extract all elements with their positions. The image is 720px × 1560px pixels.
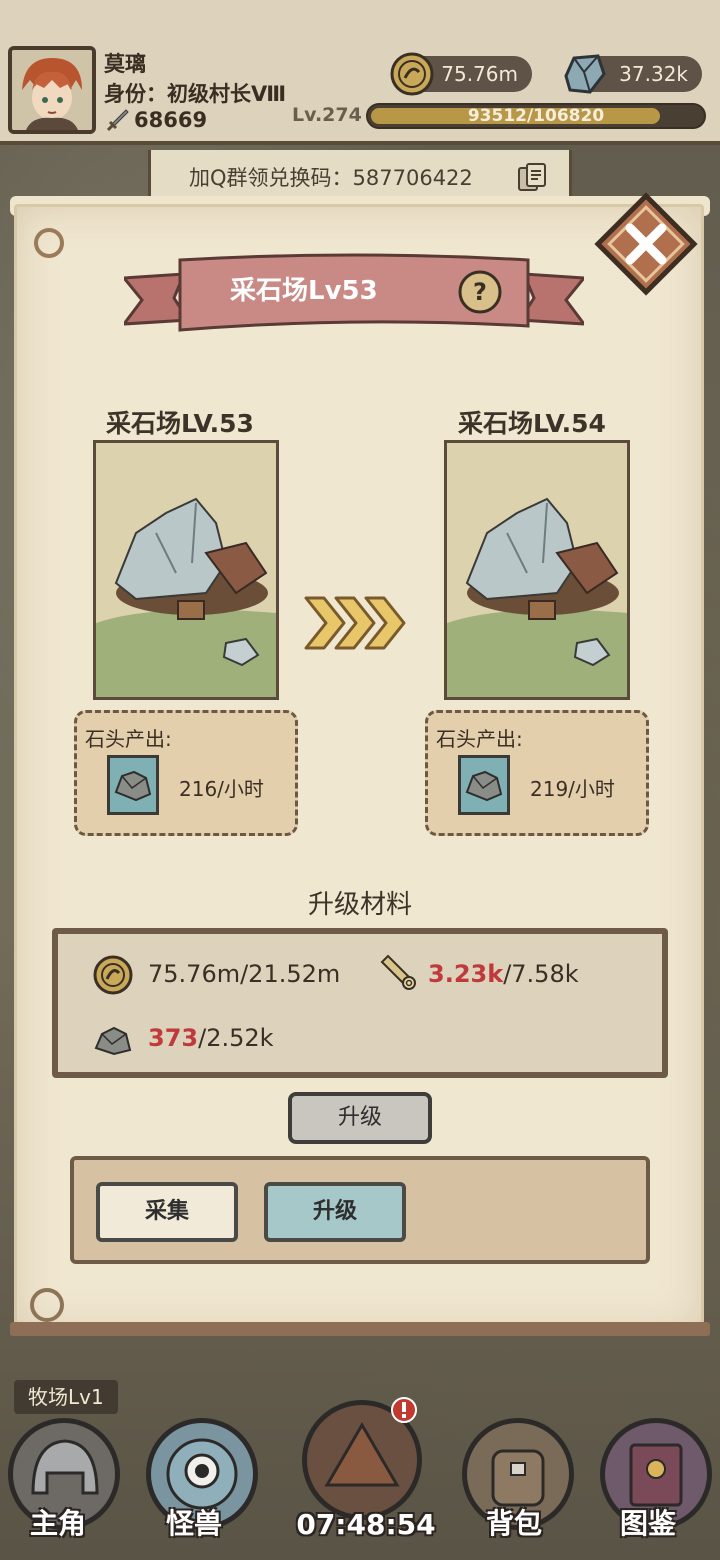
alert-icon — [391, 1397, 417, 1423]
sword-icon — [106, 109, 129, 132]
gold-coin-icon — [93, 955, 133, 995]
nav-bag-label: 背包 — [486, 1507, 543, 1540]
materials-title: 升级材料 — [307, 890, 412, 920]
nav-monster-label: 怪兽 — [166, 1507, 223, 1540]
current-output-box: 石头产出: 216/小时 — [74, 710, 298, 836]
countdown-timer: 07:48:54 — [296, 1508, 436, 1541]
nav-codex-label: 图鉴 — [620, 1507, 677, 1540]
farm-label[interactable]: 牧场Lv1 — [14, 1380, 118, 1414]
redeem-text: 加Q群领兑换码：587706422 — [189, 166, 473, 190]
stone-ore-icon — [107, 755, 159, 815]
dialog-title: 采石场Lv53 — [230, 276, 378, 306]
wood-need: /7.58k — [503, 960, 579, 988]
gold-need: /21.52m — [240, 960, 341, 988]
action-tabs: 采集 升级 — [70, 1156, 650, 1264]
top-bar: 莫璃 身份：初级村长Ⅷ 68669 75.76m 37.32k Lv.274 9… — [0, 0, 720, 145]
svg-text:?: ? — [473, 278, 487, 306]
player-rank: 身份：初级村长Ⅷ — [104, 82, 287, 106]
player-level: Lv.274 — [292, 104, 362, 126]
close-icon[interactable] — [592, 190, 700, 298]
materials-box: 75.76m/21.52m 3.23k/7.58k 373/2.52k — [52, 928, 668, 1078]
copy-icon[interactable] — [517, 162, 547, 194]
stone-ore-icon — [458, 755, 510, 815]
next-level-label: 采石场LV.54 — [458, 409, 606, 438]
gold-requirement: 75.76m/21.52m — [148, 960, 340, 988]
output-label: 石头产出: — [85, 727, 172, 751]
rope-ring — [30, 1288, 64, 1322]
next-output-box: 石头产出: 219/小时 — [425, 710, 649, 836]
upgrade-button[interactable]: 升级 — [288, 1092, 432, 1144]
stone-ore-icon — [564, 54, 606, 94]
rope-ring — [34, 228, 64, 258]
xp-text: 93512/106820 — [467, 106, 605, 126]
output-value: 219/小时 — [530, 777, 615, 801]
xp-bar: 93512/106820 — [366, 103, 706, 129]
quarry-illustration — [447, 443, 627, 697]
player-name: 莫璃 — [104, 52, 146, 76]
help-icon[interactable]: ? — [456, 268, 504, 316]
gold-coin-icon — [390, 52, 434, 96]
quarry-illustration — [96, 443, 276, 697]
stone-requirement: 373/2.52k — [148, 1024, 274, 1052]
stone-have: 373 — [148, 1024, 199, 1052]
wood-requirement: 3.23k/7.58k — [428, 960, 579, 988]
stone-ore-icon — [94, 1026, 132, 1056]
current-level-label: 采石场LV.53 — [106, 409, 254, 438]
scroll-bottom-edge — [10, 1322, 710, 1336]
wood-log-icon — [380, 954, 416, 990]
player-power: 68669 — [134, 108, 208, 132]
output-value: 216/小时 — [179, 777, 264, 801]
nav-hero-label: 主角 — [30, 1507, 87, 1540]
gold-have: 75.76m — [148, 960, 241, 988]
wood-have: 3.23k — [428, 960, 504, 988]
tab-collect[interactable]: 采集 — [96, 1182, 238, 1242]
arrow-right-icon — [304, 596, 406, 650]
stone-need: /2.52k — [198, 1024, 274, 1052]
player-avatar[interactable] — [8, 46, 96, 134]
output-label: 石头产出: — [436, 727, 523, 751]
tab-upgrade[interactable]: 升级 — [264, 1182, 406, 1242]
next-building-card — [444, 440, 630, 700]
current-building-card — [93, 440, 279, 700]
